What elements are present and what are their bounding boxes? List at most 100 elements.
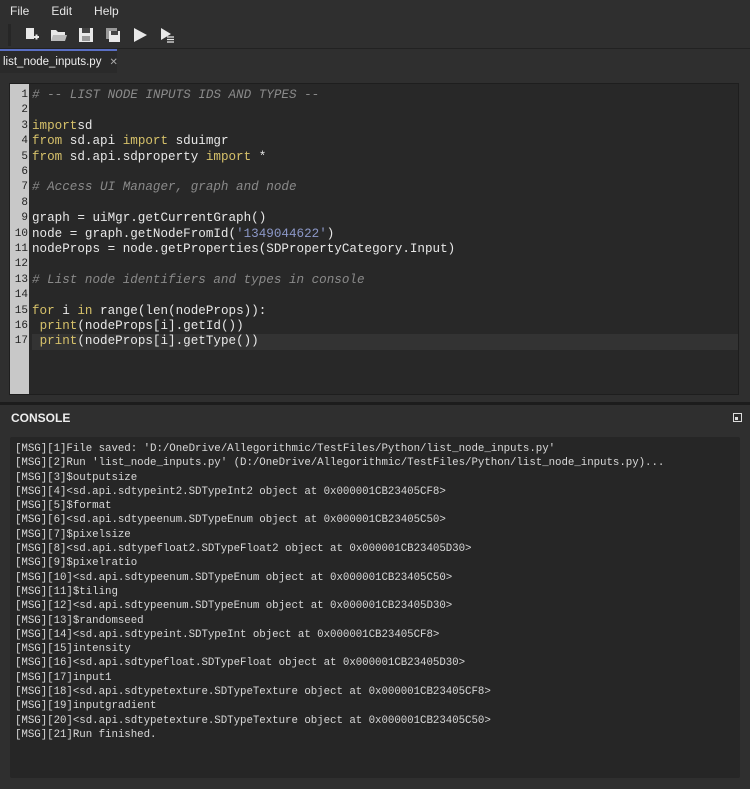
splitter[interactable] (0, 402, 750, 405)
code-token: import (205, 149, 252, 164)
code-token: # -- LIST NODE INPUTS IDS AND TYPES -- (32, 88, 320, 102)
code-token: * (251, 149, 267, 164)
line-number: 17 (14, 335, 28, 348)
line-number: 9 (21, 212, 28, 225)
code-token: range(len(nodeProps)): (92, 303, 267, 318)
code-line: for i in range(len(nodeProps)): (32, 304, 266, 319)
tab-bar: list_node_inputs.py ✕ (0, 48, 750, 73)
console-output[interactable]: [MSG][1]File saved: 'D:/OneDrive/Allegor… (10, 437, 740, 778)
run-icon[interactable] (129, 24, 151, 46)
open-folder-icon[interactable] (48, 24, 70, 46)
code-token: i (54, 303, 78, 318)
console-line: [MSG][8]<sd.api.sdtypefloat2.SDTypeFloat… (15, 543, 472, 556)
code-line: graph = uiMgr.getCurrentGraph() (32, 211, 266, 226)
toolbar (0, 22, 750, 48)
code-token: sd.api.sdproperty (62, 149, 206, 164)
code-token: in (77, 303, 93, 318)
line-number: 6 (21, 166, 28, 178)
menu-bar: File Edit Help (0, 0, 750, 22)
console-line: [MSG][20]<sd.api.sdtypetexture.SDTypeTex… (15, 714, 491, 727)
line-number: 11 (14, 243, 28, 255)
code-line: # List node identifiers and types in con… (32, 273, 365, 288)
code-line: # -- LIST NODE INPUTS IDS AND TYPES -- (32, 88, 319, 103)
code-token: print (39, 334, 78, 349)
console-line: [MSG][9]$pixelratio (15, 557, 138, 570)
menu-file[interactable]: File (10, 4, 29, 18)
console-line: [MSG][15]intensity (15, 643, 131, 656)
line-number: 10 (14, 227, 28, 240)
console-line: [MSG][21]Run finished. (15, 728, 157, 741)
line-number: 16 (14, 320, 28, 332)
console-line: [MSG][7]$pixelsize (15, 528, 131, 541)
code-token: graph = uiMgr.getCurrentGraph() (32, 211, 267, 226)
console-line: [MSG][3]$outputsize (15, 471, 138, 484)
console-line: [MSG][17]input1 (15, 671, 112, 684)
code-line: nodeProps = node.getProperties(SDPropert… (32, 242, 455, 257)
code-token: sduimgr (168, 134, 229, 149)
code-token: # List node identifiers and types in con… (32, 272, 365, 287)
code-token: import (122, 134, 169, 149)
code-editor[interactable]: 1 2 3 4 5 6 7 8 9 10 11 12 13 14 15 16 17 # -- LIST NODE… (9, 83, 739, 395)
tab-list-node-inputs[interactable]: list_node_inputs.py ✕ (0, 49, 118, 73)
code-token: from (32, 149, 63, 164)
tab-label: list_node_inputs.py (3, 56, 102, 68)
close-tab-icon[interactable]: ✕ (109, 57, 117, 68)
code-token: '1349044622' (236, 226, 327, 241)
code-token: print (39, 319, 78, 333)
console-title: CONSOLE (11, 411, 71, 425)
console-line: [MSG][16]<sd.api.sdtypefloat.SDTypeFloat… (15, 657, 466, 670)
save-all-icon[interactable] (102, 24, 124, 46)
code-line: print(nodeProps[i].getType()) (32, 334, 738, 350)
code-line: importsd (32, 119, 92, 134)
code-token: sd.api (62, 134, 123, 149)
code-token: from (32, 134, 63, 149)
line-number: 4 (21, 135, 28, 148)
menu-edit[interactable]: Edit (51, 4, 72, 18)
code-token: nodeProps = node.getProperties(SDPropert… (32, 242, 456, 256)
code-line: print(nodeProps[i].getId()) (32, 319, 244, 334)
line-number: 5 (21, 150, 28, 163)
new-file-icon[interactable] (21, 24, 43, 46)
code-line: # Access UI Manager, graph and node (32, 180, 297, 195)
console-line: [MSG][11]$tiling (15, 585, 118, 598)
save-icon[interactable] (75, 24, 97, 46)
console-line: [MSG][2]Run 'list_node_inputs.py' (D:/On… (15, 457, 665, 470)
console-line: [MSG][14]<sd.api.sdtypeint.SDTypeInt obj… (15, 628, 440, 641)
console-line: [MSG][13]$randomseed (15, 614, 144, 627)
code-token: sd (77, 118, 93, 133)
run-selection-icon[interactable] (156, 24, 178, 46)
code-token: # Access UI Manager, graph and node (32, 180, 297, 195)
line-number: 14 (14, 289, 28, 302)
code-line: from sd.api import sduimgr (32, 134, 229, 149)
code-line: from sd.api.sdproperty import * (32, 150, 266, 165)
console-line: [MSG][6]<sd.api.sdtypeenum.SDTypeEnum ob… (15, 514, 446, 527)
console-line: [MSG][4]<sd.api.sdtypeint2.SDTypeInt2 ob… (15, 485, 446, 498)
toolbar-grip[interactable] (8, 24, 11, 46)
console-line: [MSG][5]$format (15, 500, 112, 513)
code-token: import (32, 118, 78, 133)
line-number-gutter: 1 2 3 4 5 6 7 8 9 10 11 12 13 14 15 16 17 (10, 84, 29, 394)
line-number: 1 (21, 89, 28, 101)
console-line: [MSG][10]<sd.api.sdtypeenum.SDTypeEnum o… (15, 571, 453, 584)
code-token: (nodeProps[i].getType()) (77, 334, 259, 349)
code-token: for (32, 303, 55, 318)
code-line: node = graph.getNodeFromId('1349044622') (32, 227, 334, 242)
console-line: [MSG][12]<sd.api.sdtypeenum.SDTypeEnum o… (15, 600, 453, 613)
code-token: (nodeProps[i].getId()) (77, 319, 244, 333)
line-number: 8 (21, 196, 28, 209)
console-line: [MSG][19]inputgradient (15, 700, 157, 713)
line-number: 3 (21, 119, 28, 132)
console-line: [MSG][1]File saved: 'D:/OneDrive/Allegor… (15, 443, 556, 455)
line-number: 12 (14, 258, 28, 271)
code-token: node = graph.getNodeFromId( (32, 226, 237, 241)
code-token: ) (326, 226, 335, 241)
line-number: 7 (21, 181, 28, 194)
float-panel-icon[interactable] (733, 413, 742, 422)
line-number: 13 (14, 273, 28, 286)
line-number: 2 (21, 104, 28, 117)
line-number: 15 (14, 304, 28, 317)
menu-help[interactable]: Help (94, 4, 119, 18)
console-line: [MSG][18]<sd.api.sdtypetexture.SDTypeTex… (15, 686, 491, 699)
